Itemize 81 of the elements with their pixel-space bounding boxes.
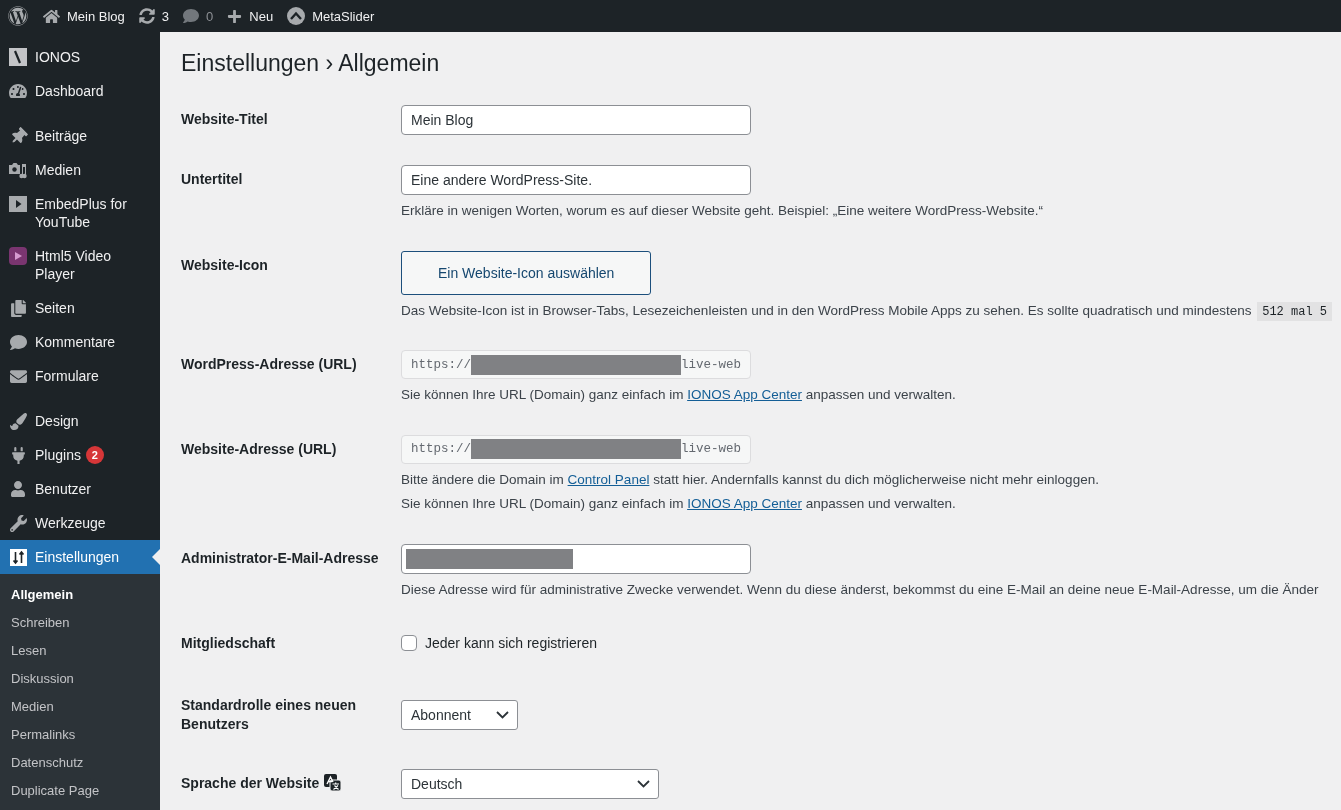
email-field[interactable] bbox=[401, 543, 751, 574]
wrench-icon bbox=[9, 514, 27, 532]
field-description: Bitte ändere die Domain im Control Panel statt hier. Andernfalls kannst du dich möglicherweise nicht mehr einloggen. bbox=[401, 470, 1099, 489]
sidebar-menu-item[interactable]: Seiten bbox=[0, 291, 160, 325]
field-label: Website-Adresse (URL) bbox=[181, 440, 337, 457]
submenu-item[interactable]: Permalinks bbox=[0, 721, 160, 749]
field-label: Administrator-E-Mail-Adresse bbox=[181, 549, 379, 566]
sidebar-menu-item[interactable]: Plugins 2 bbox=[0, 438, 160, 472]
select-dropdown[interactable]: Deutsch bbox=[401, 769, 659, 799]
slash-square-icon bbox=[9, 48, 27, 66]
chevron-down-icon bbox=[637, 780, 650, 788]
sidebar-menu-item[interactable]: Beiträge bbox=[0, 119, 160, 153]
w-logo-icon[interactable] bbox=[8, 6, 28, 26]
chevron-circle-icon bbox=[287, 7, 306, 25]
field-label: Untertitel bbox=[181, 171, 243, 187]
sidebar-menu-item[interactable]: Benutzer bbox=[0, 472, 160, 506]
toolbar-item[interactable]: 0 bbox=[176, 0, 221, 32]
code-snippet: 512 mal 5 bbox=[1257, 301, 1332, 321]
sidebar-menu-item[interactable]: Einstellungen bbox=[0, 540, 160, 574]
field-label: Sprache der Website bbox=[181, 775, 320, 791]
submenu-item[interactable]: Lesen bbox=[0, 637, 160, 665]
sidebar-menu-item[interactable]: EmbedPlus for YouTube bbox=[0, 187, 160, 239]
sidebar-menu-item[interactable]: Dashboard bbox=[0, 74, 160, 108]
text-link[interactable]: IONOS App Center bbox=[687, 496, 802, 511]
speech-bubble-icon bbox=[9, 333, 27, 351]
text-input[interactable]: Eine andere WordPress-Site. bbox=[401, 165, 751, 195]
field-label: Mitgliedschaft bbox=[181, 635, 276, 651]
update-count-badge: 2 bbox=[85, 446, 104, 464]
sidebar-menu-item[interactable]: Medien bbox=[0, 153, 160, 187]
chevron-down-icon bbox=[495, 711, 509, 719]
toolbar-item[interactable]: MetaSlider bbox=[280, 0, 382, 32]
toolbar-item[interactable]: Neu bbox=[220, 0, 281, 32]
submenu-item[interactable]: Allgemein bbox=[0, 581, 160, 609]
submenu-item[interactable]: Diskussion bbox=[0, 665, 160, 693]
submenu-item[interactable]: Schreiben bbox=[0, 609, 160, 637]
sidebar-menu-item[interactable]: IONOS bbox=[0, 40, 160, 74]
menu-pointer-icon bbox=[152, 549, 160, 565]
pages-icon bbox=[9, 299, 27, 317]
toolbar-item[interactable]: Mein Blog bbox=[36, 0, 132, 32]
plug-icon bbox=[9, 446, 27, 464]
submenu-item[interactable]: Datenschutz bbox=[0, 749, 160, 777]
plus-icon bbox=[227, 8, 243, 24]
text-input[interactable]: Mein Blog bbox=[401, 105, 751, 135]
url-field[interactable]: https:// live-web bbox=[401, 350, 751, 379]
sidebar-menu-item[interactable]: Kommentare bbox=[0, 325, 160, 359]
paintbrush-icon bbox=[9, 412, 27, 430]
url-field[interactable]: https:// live-web bbox=[401, 434, 751, 464]
checkbox[interactable] bbox=[401, 635, 417, 651]
field-description: Sie können Ihre URL (Domain) ganz einfach im IONOS App Center anpassen und verwalten. bbox=[401, 386, 956, 404]
camera-music-icon bbox=[9, 161, 27, 179]
play-square-icon bbox=[9, 196, 27, 212]
gauge-icon bbox=[9, 82, 27, 100]
play-tile-icon bbox=[9, 247, 27, 265]
translation-icon bbox=[324, 774, 342, 791]
select-icon-button[interactable]: Ein Website-Icon auswählen bbox=[401, 250, 652, 295]
refresh-icon bbox=[138, 8, 155, 24]
checkbox-label[interactable]: Jeder kann sich registrieren bbox=[425, 635, 597, 651]
field-description: Sie können Ihre URL (Domain) ganz einfach im IONOS App Center anpassen und verwalten. bbox=[401, 495, 956, 513]
sidebar-menu-item[interactable]: Design bbox=[0, 404, 160, 438]
house-icon bbox=[43, 7, 60, 25]
toolbar-item[interactable]: 3 bbox=[131, 0, 177, 32]
speech-bubble-icon bbox=[183, 8, 200, 24]
field-label: Standardrolle eines neuen Benutzers bbox=[181, 697, 357, 732]
text-link[interactable]: Control Panel bbox=[567, 471, 650, 487]
sidebar-menu-item[interactable]: Html5 Video Player bbox=[0, 239, 160, 291]
field-description: Erkläre in wenigen Worten, worum es auf dieser Website geht. Beispiel: „Eine weitere WordPress-Website.“ bbox=[401, 202, 1044, 220]
submenu-item[interactable]: Medien bbox=[0, 693, 160, 721]
text-link[interactable]: IONOS App Center bbox=[687, 387, 802, 402]
field-description: Diese Adresse wird für administrative Zwecke verwendet. Wenn du diese änderst, bekommst du eine E-Mail an deine neue E-Mail-Adresse, um die Änder bbox=[401, 580, 1319, 599]
envelope-icon bbox=[9, 367, 27, 385]
field-label: WordPress-Adresse (URL) bbox=[181, 356, 357, 372]
field-description: Das Website-Icon ist in Browser-Tabs, Lesezeichenleisten und in den WordPress Mobile Apps zu sehen. Es sollte quadratisch und mindestens 512 mal 5 bbox=[401, 300, 1332, 320]
field-label: Website-Icon bbox=[181, 256, 268, 273]
person-icon bbox=[10, 481, 26, 497]
page-title: Einstellungen › Allgemein bbox=[181, 49, 441, 78]
submenu-item[interactable]: Duplicate Page bbox=[0, 777, 160, 805]
sidebar-menu-item[interactable]: Werkzeuge bbox=[0, 506, 160, 540]
sliders-icon bbox=[9, 548, 27, 566]
sidebar-menu-item[interactable]: Formulare bbox=[0, 359, 160, 393]
select-dropdown[interactable]: Abonnent bbox=[401, 700, 518, 730]
field-label: Website-Titel bbox=[181, 111, 268, 127]
